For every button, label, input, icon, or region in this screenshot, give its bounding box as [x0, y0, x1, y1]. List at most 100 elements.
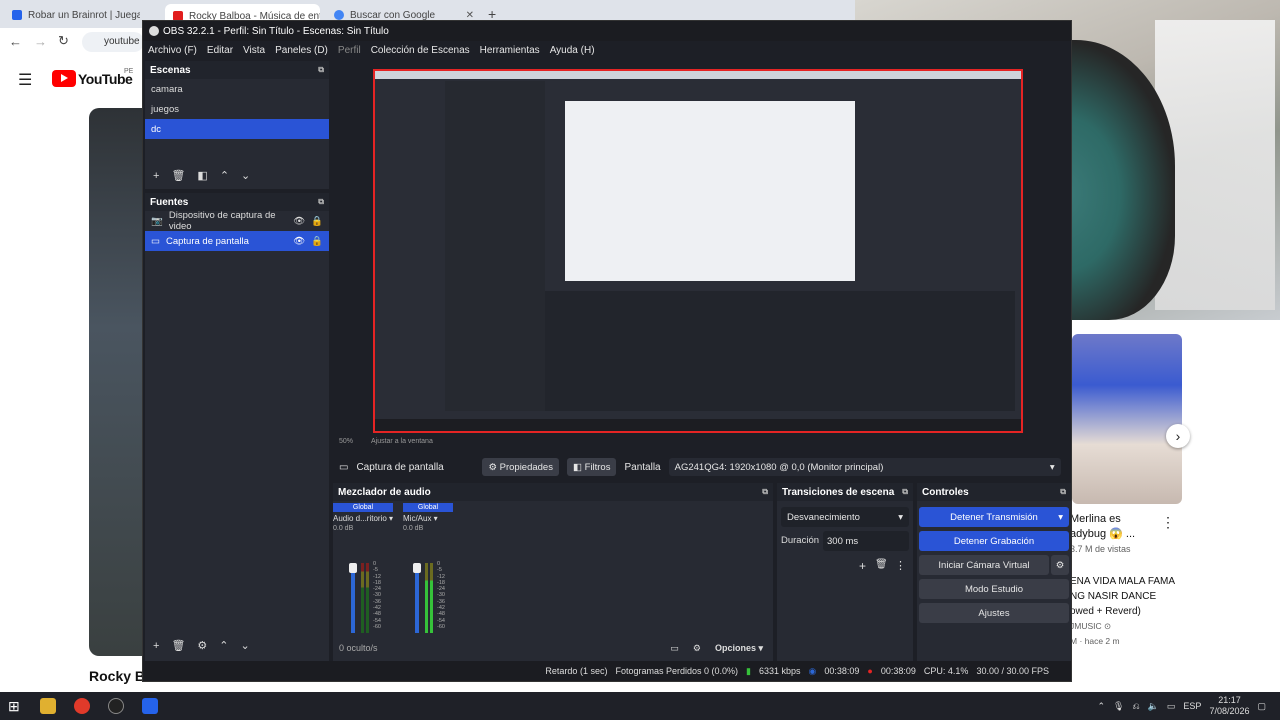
back-icon[interactable]: ← [9, 34, 22, 49]
forward-icon[interactable]: → [34, 34, 47, 49]
chevron-down-icon[interactable]: ▾ [1058, 512, 1063, 523]
volume-slider[interactable] [415, 563, 419, 633]
video-thumbnail[interactable] [1072, 334, 1182, 504]
menu-ayuda[interactable]: Ayuda (H) [550, 45, 595, 56]
scene-item-selected[interactable]: dc [145, 119, 329, 139]
add-icon[interactable]: + [153, 170, 159, 182]
hidden-count: 0 oculto/s [339, 643, 378, 653]
audio-channel-mic: Global Mic/Aux ▾ 0.0 dB [403, 503, 453, 633]
source-item[interactable]: 📷 Dispositivo de captura de video 👁 🔒 [145, 210, 329, 232]
more-options-icon[interactable]: ⋮ [895, 559, 906, 572]
tab-close-icon[interactable]: ✕ [466, 10, 474, 21]
preview-zoom[interactable]: 50% Ajustar a la ventana [339, 438, 433, 445]
properties-button[interactable]: ⚙ Propiedades [482, 458, 559, 476]
add-icon[interactable]: + [859, 559, 866, 573]
screen-select[interactable]: AG241QG4: 1920x1080 @ 0,0 (Monitor princ… [668, 458, 1061, 476]
browser-tab-1[interactable]: Robar un Brainrot | Juega en R [4, 4, 140, 26]
audio-level-meter [366, 563, 369, 633]
channel-global-label: Global [403, 503, 453, 512]
studio-mode-button[interactable]: Modo Estudio [919, 579, 1069, 599]
undock-icon[interactable]: ⧉ [762, 487, 768, 497]
volume-slider-handle[interactable] [413, 563, 421, 573]
menu-vista[interactable]: Vista [243, 45, 265, 56]
start-icon[interactable]: ⊞ [8, 698, 20, 715]
scene-item[interactable]: camara [145, 79, 329, 99]
filter-icon[interactable]: ◧ [197, 169, 207, 182]
visibility-eye-icon[interactable]: 👁 [293, 216, 305, 227]
trash-icon[interactable]: 🗑 [875, 559, 888, 570]
status-dropped-frames: Fotogramas Perdidos 0 (0.0%) [615, 666, 739, 676]
file-explorer-icon[interactable] [39, 698, 56, 714]
add-icon[interactable]: + [153, 640, 159, 652]
battery-icon[interactable]: ▭ [1167, 701, 1176, 712]
obs-titlebar: OBS 32.2.1 - Perfil: Sin Título - Escena… [143, 21, 1071, 41]
volume-slider-handle[interactable] [349, 563, 357, 573]
video-player[interactable] [89, 108, 144, 656]
duration-input[interactable]: 300 ms [823, 531, 909, 551]
status-fps: 30.00 / 30.00 FPS [976, 666, 1049, 676]
region-label: PE [124, 68, 134, 75]
channel-name: Mic/Aux [403, 514, 432, 523]
status-record-time: 00:38:09 [880, 666, 916, 676]
transition-select[interactable]: Desvanecimiento ▾ [781, 507, 909, 527]
menu-coleccion-escenas[interactable]: Colección de Escenas [371, 45, 470, 56]
move-up-icon[interactable]: ⌃ [219, 639, 228, 652]
menu-icon[interactable]: ☰ [18, 70, 32, 90]
source-property-bar: ▭ Captura de pantalla ⚙ Propiedades ◧ Fi… [333, 455, 1071, 479]
chrome-icon[interactable] [73, 698, 90, 714]
move-up-icon[interactable]: ⌃ [220, 169, 229, 182]
options-button[interactable]: Opciones ▾ [715, 643, 763, 654]
youtube-logo-icon[interactable] [52, 70, 76, 87]
scene-item[interactable]: juegos [145, 99, 329, 119]
gear-icon[interactable]: ⚙ [693, 643, 701, 654]
more-options-icon[interactable]: ⋮ [1161, 514, 1175, 531]
lock-icon[interactable]: 🔒 [311, 236, 323, 247]
app-icon[interactable] [141, 698, 158, 714]
signal-icon: ▮ [746, 665, 751, 676]
channel-name-select[interactable]: Mic/Aux ▾ [403, 514, 453, 523]
address-bar[interactable]: youtube [82, 32, 144, 52]
undock-icon[interactable]: ⧉ [318, 197, 324, 207]
trash-icon[interactable]: 🗑 [171, 169, 185, 182]
move-down-icon[interactable]: ⌄ [241, 169, 250, 182]
duration-label: Duración [781, 535, 820, 546]
start-virtual-cam-button[interactable]: Iniciar Cámara Virtual [919, 555, 1049, 575]
channel-name-select[interactable]: Audio d...ritorio ▾ [333, 514, 393, 523]
filters-button[interactable]: ◧ Filtros [566, 458, 617, 476]
undock-icon[interactable]: ⧉ [902, 487, 908, 497]
chevron-up-icon[interactable]: ⌃ [1098, 701, 1106, 712]
menu-archivo[interactable]: Archivo (F) [148, 45, 197, 56]
microphone-icon[interactable]: 🎙 [1113, 701, 1124, 712]
menu-editar[interactable]: Editar [207, 45, 233, 56]
undock-icon[interactable]: ⧉ [318, 65, 324, 75]
volume-slider[interactable] [351, 563, 355, 633]
preview-source-bounds[interactable] [373, 69, 1023, 433]
settings-button[interactable]: Ajustes [919, 603, 1069, 623]
stop-stream-button[interactable]: Detener Transmisión ▾ [919, 507, 1069, 527]
source-item-selected[interactable]: ▭ Captura de pantalla 👁 🔒 [145, 231, 329, 251]
url-text: youtube [104, 36, 140, 47]
side-video-2-info[interactable]: ENA VIDA MALA FAMA NG NASIR DANCE owed +… [1070, 574, 1190, 649]
preview-area[interactable]: 50% Ajustar a la ventana [333, 61, 1071, 445]
clock[interactable]: 21:17 7/08/2026 [1209, 695, 1249, 717]
visibility-eye-icon[interactable]: 👁 [293, 236, 305, 247]
next-arrow-icon[interactable]: › [1166, 424, 1190, 448]
move-down-icon[interactable]: ⌄ [241, 639, 250, 652]
network-icon[interactable]: ⎌ [1132, 701, 1139, 712]
volume-icon[interactable]: 🔈 [1148, 701, 1159, 712]
trash-icon[interactable]: 🗑 [171, 639, 185, 652]
undock-icon[interactable]: ⧉ [1060, 487, 1066, 497]
menu-herramientas[interactable]: Herramientas [480, 45, 540, 56]
notification-icon[interactable]: ▢ [1257, 701, 1266, 712]
scene-label: juegos [151, 103, 179, 115]
menu-perfil[interactable]: Perfil [338, 45, 361, 56]
language-indicator[interactable]: ESP [1183, 701, 1201, 711]
stop-record-button[interactable]: Detener Grabación [919, 531, 1069, 551]
lock-icon[interactable]: 🔒 [311, 216, 323, 227]
gear-icon[interactable]: ⚙ [197, 639, 207, 652]
obs-icon[interactable] [107, 698, 124, 714]
layout-icon[interactable]: ▭ [670, 643, 679, 654]
menu-paneles[interactable]: Paneles (D) [275, 45, 328, 56]
reload-icon[interactable]: ↻ [58, 33, 69, 49]
virtual-cam-settings-button[interactable]: ⚙ [1051, 555, 1069, 575]
